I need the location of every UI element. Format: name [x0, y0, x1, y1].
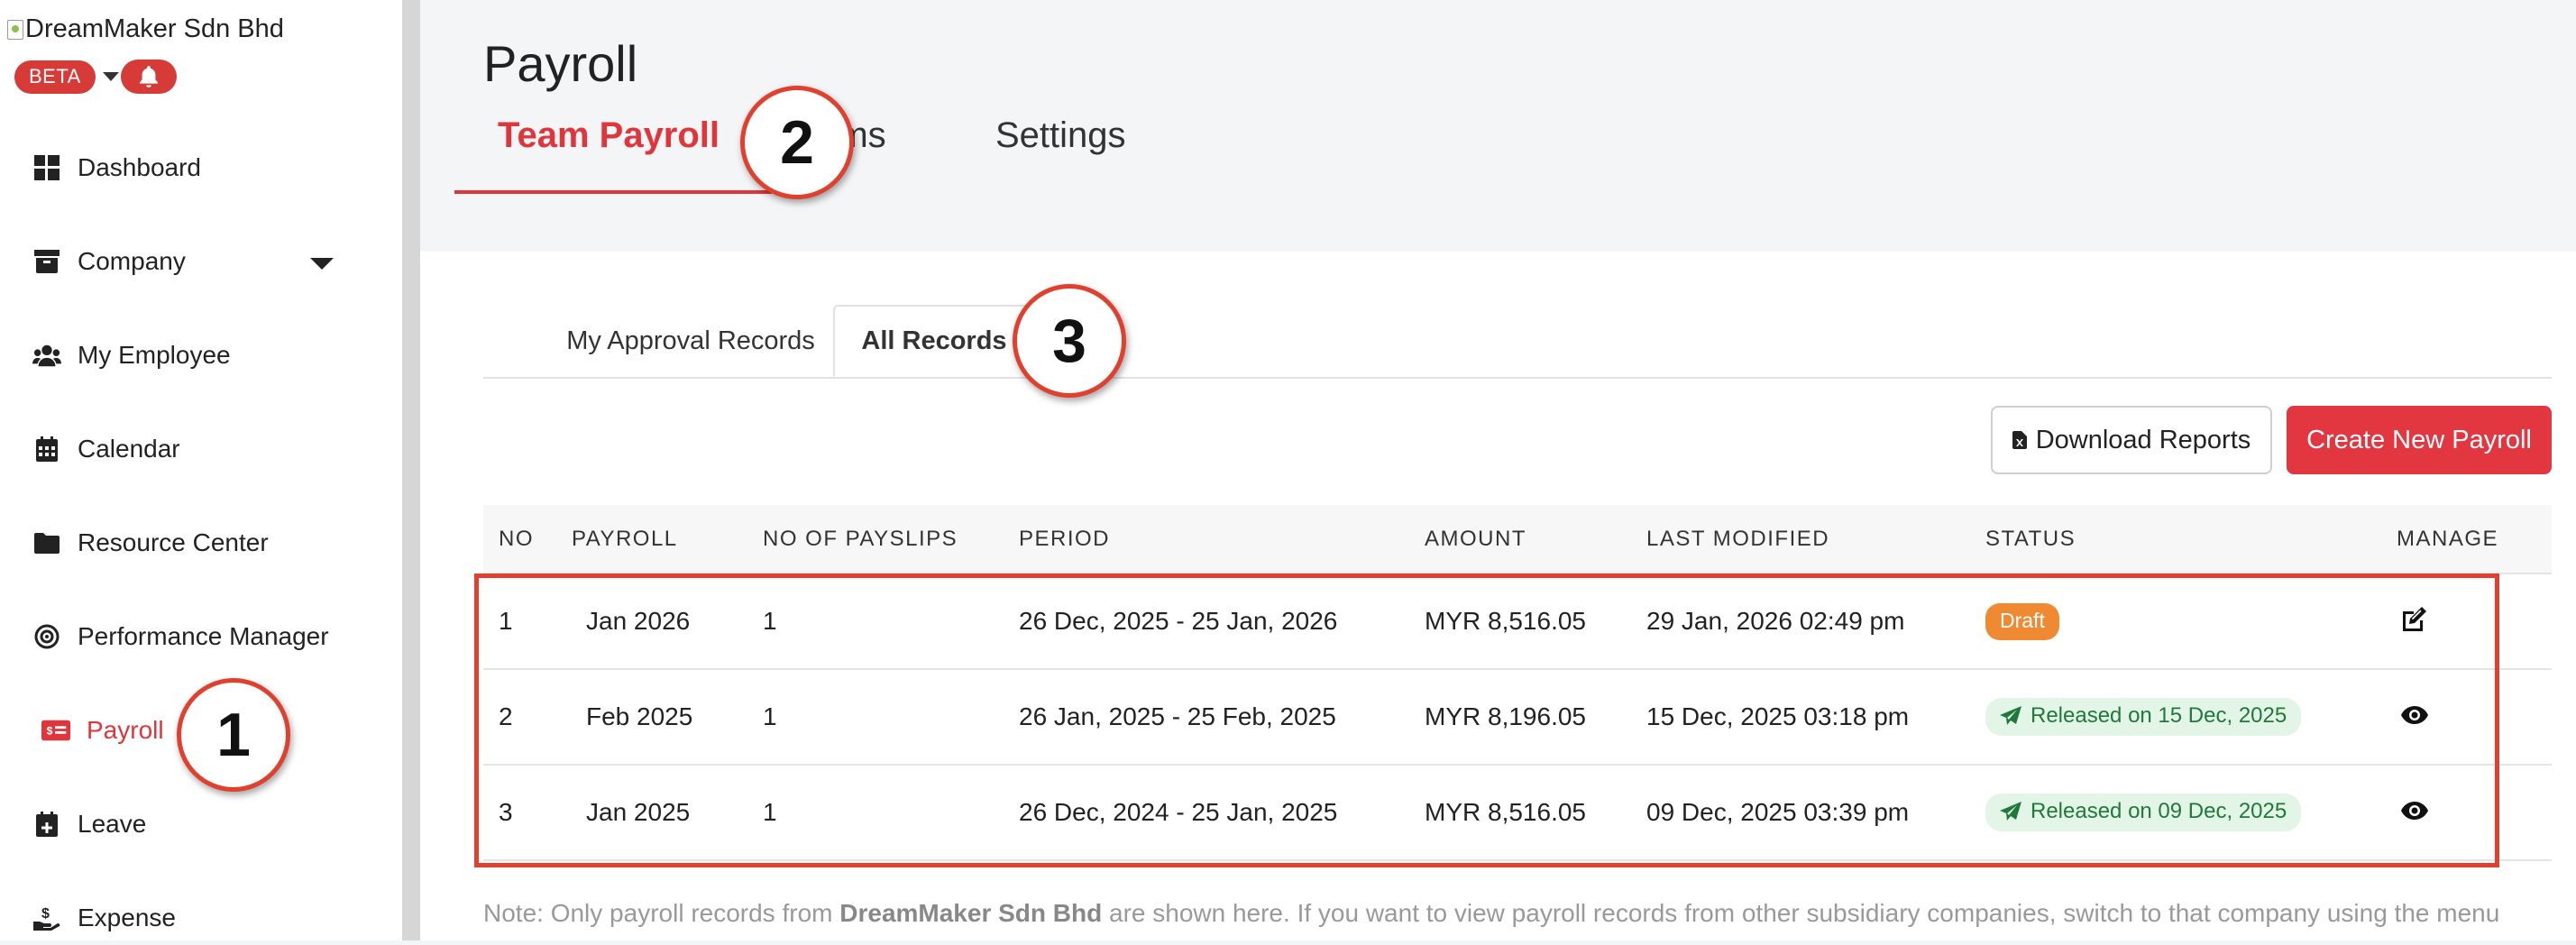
- sidebar-item-label: Company: [78, 247, 186, 275]
- notifications-button[interactable]: [120, 60, 177, 94]
- column-header-payroll[interactable]: PAYROLL: [572, 505, 763, 574]
- column-header-period[interactable]: PERIOD: [1019, 505, 1425, 574]
- sidebar-item-label: Leave: [78, 810, 147, 838]
- broken-image-icon: [7, 19, 23, 40]
- company-logo-alt-text: DreamMaker Sdn Bhd: [25, 14, 284, 43]
- records-note: Note: Only payroll records from DreamMak…: [483, 893, 2552, 934]
- subtab-my-approval-records[interactable]: My Approval Records: [519, 307, 862, 375]
- note-company: DreamMaker Sdn Bhd: [839, 899, 1103, 927]
- calendar-icon: [32, 435, 61, 463]
- calendar-plus-icon: [32, 810, 61, 839]
- svg-text:$: $: [41, 906, 50, 922]
- sidebar-item-resource-center[interactable]: Resource Center: [32, 516, 357, 570]
- money-bill-icon: $: [41, 716, 70, 745]
- archive-icon: [32, 247, 61, 276]
- note-suffix: are shown here. If you want to view payr…: [1102, 899, 2500, 927]
- sidebar-item-dashboard[interactable]: Dashboard: [32, 141, 357, 195]
- grid-icon: [32, 153, 61, 182]
- create-new-payroll-button[interactable]: Create New Payroll: [2287, 406, 2552, 474]
- hand-dollar-icon: $: [32, 904, 61, 932]
- sidebar-divider[interactable]: [402, 0, 420, 940]
- file-excel-icon: [2012, 431, 2027, 449]
- column-header-payslips[interactable]: NO OF PAYSLIPS: [763, 505, 1019, 574]
- annotation-callout-2: 2: [740, 86, 854, 199]
- sidebar-item-my-employee[interactable]: My Employee: [32, 328, 357, 382]
- annotation-highlight-box: [474, 573, 2499, 867]
- users-icon: [32, 341, 61, 370]
- beta-row: BETA: [14, 60, 177, 94]
- sidebar-item-expense[interactable]: $ Expense: [32, 891, 357, 945]
- sidebar-item-label: My Employee: [78, 341, 231, 369]
- column-header-amount[interactable]: AMOUNT: [1425, 505, 1646, 574]
- sidebar-item-label: Payroll: [87, 716, 164, 744]
- column-header-manage: MANAGE: [2397, 505, 2552, 574]
- company-logo[interactable]: DreamMaker Sdn Bhd: [7, 14, 284, 44]
- download-reports-label: Download Reports: [2035, 425, 2251, 454]
- sidebar-item-leave[interactable]: Leave: [32, 797, 357, 851]
- sidebar-item-calendar[interactable]: Calendar: [32, 422, 357, 476]
- tab-team-payroll[interactable]: Team Payroll: [498, 115, 720, 156]
- sidebar-item-label: Resource Center: [78, 528, 269, 556]
- chevron-down-icon[interactable]: [310, 258, 334, 270]
- active-tab-indicator: [454, 190, 772, 194]
- annotation-callout-3: 3: [1013, 284, 1126, 398]
- sidebar-item-performance-manager[interactable]: Performance Manager: [32, 610, 357, 664]
- note-prefix: Note: Only payroll records from: [483, 899, 840, 927]
- sidebar-item-label: Expense: [78, 904, 176, 931]
- column-header-no[interactable]: NO: [483, 505, 572, 574]
- column-header-last-modified[interactable]: LAST MODIFIED: [1646, 505, 1985, 574]
- record-subtabs: My Approval Records All Records: [483, 305, 2552, 379]
- sidebar: DreamMaker Sdn Bhd BETA Dashboard Compan…: [0, 0, 402, 940]
- subtab-all-records[interactable]: All Records: [833, 305, 1035, 377]
- bell-icon: [139, 66, 158, 87]
- tab-settings[interactable]: Settings: [995, 115, 1126, 156]
- annotation-callout-1: 1: [177, 678, 290, 792]
- target-icon: [32, 622, 61, 651]
- sidebar-item-label: Performance Manager: [78, 622, 329, 650]
- folder-icon: [32, 528, 61, 557]
- svg-text:$: $: [47, 725, 53, 738]
- sidebar-item-label: Dashboard: [78, 153, 201, 181]
- page-title: Payroll: [483, 35, 638, 92]
- beta-badge[interactable]: BETA: [14, 60, 96, 94]
- caret-down-icon[interactable]: [102, 72, 119, 81]
- sidebar-item-label: Calendar: [78, 435, 180, 463]
- column-header-status[interactable]: STATUS: [1985, 505, 2397, 574]
- sidebar-item-company[interactable]: Company: [32, 234, 357, 289]
- table-header-row: NO PAYROLL NO OF PAYSLIPS PERIOD AMOUNT …: [483, 505, 2552, 574]
- download-reports-button[interactable]: Download Reports: [1991, 406, 2272, 474]
